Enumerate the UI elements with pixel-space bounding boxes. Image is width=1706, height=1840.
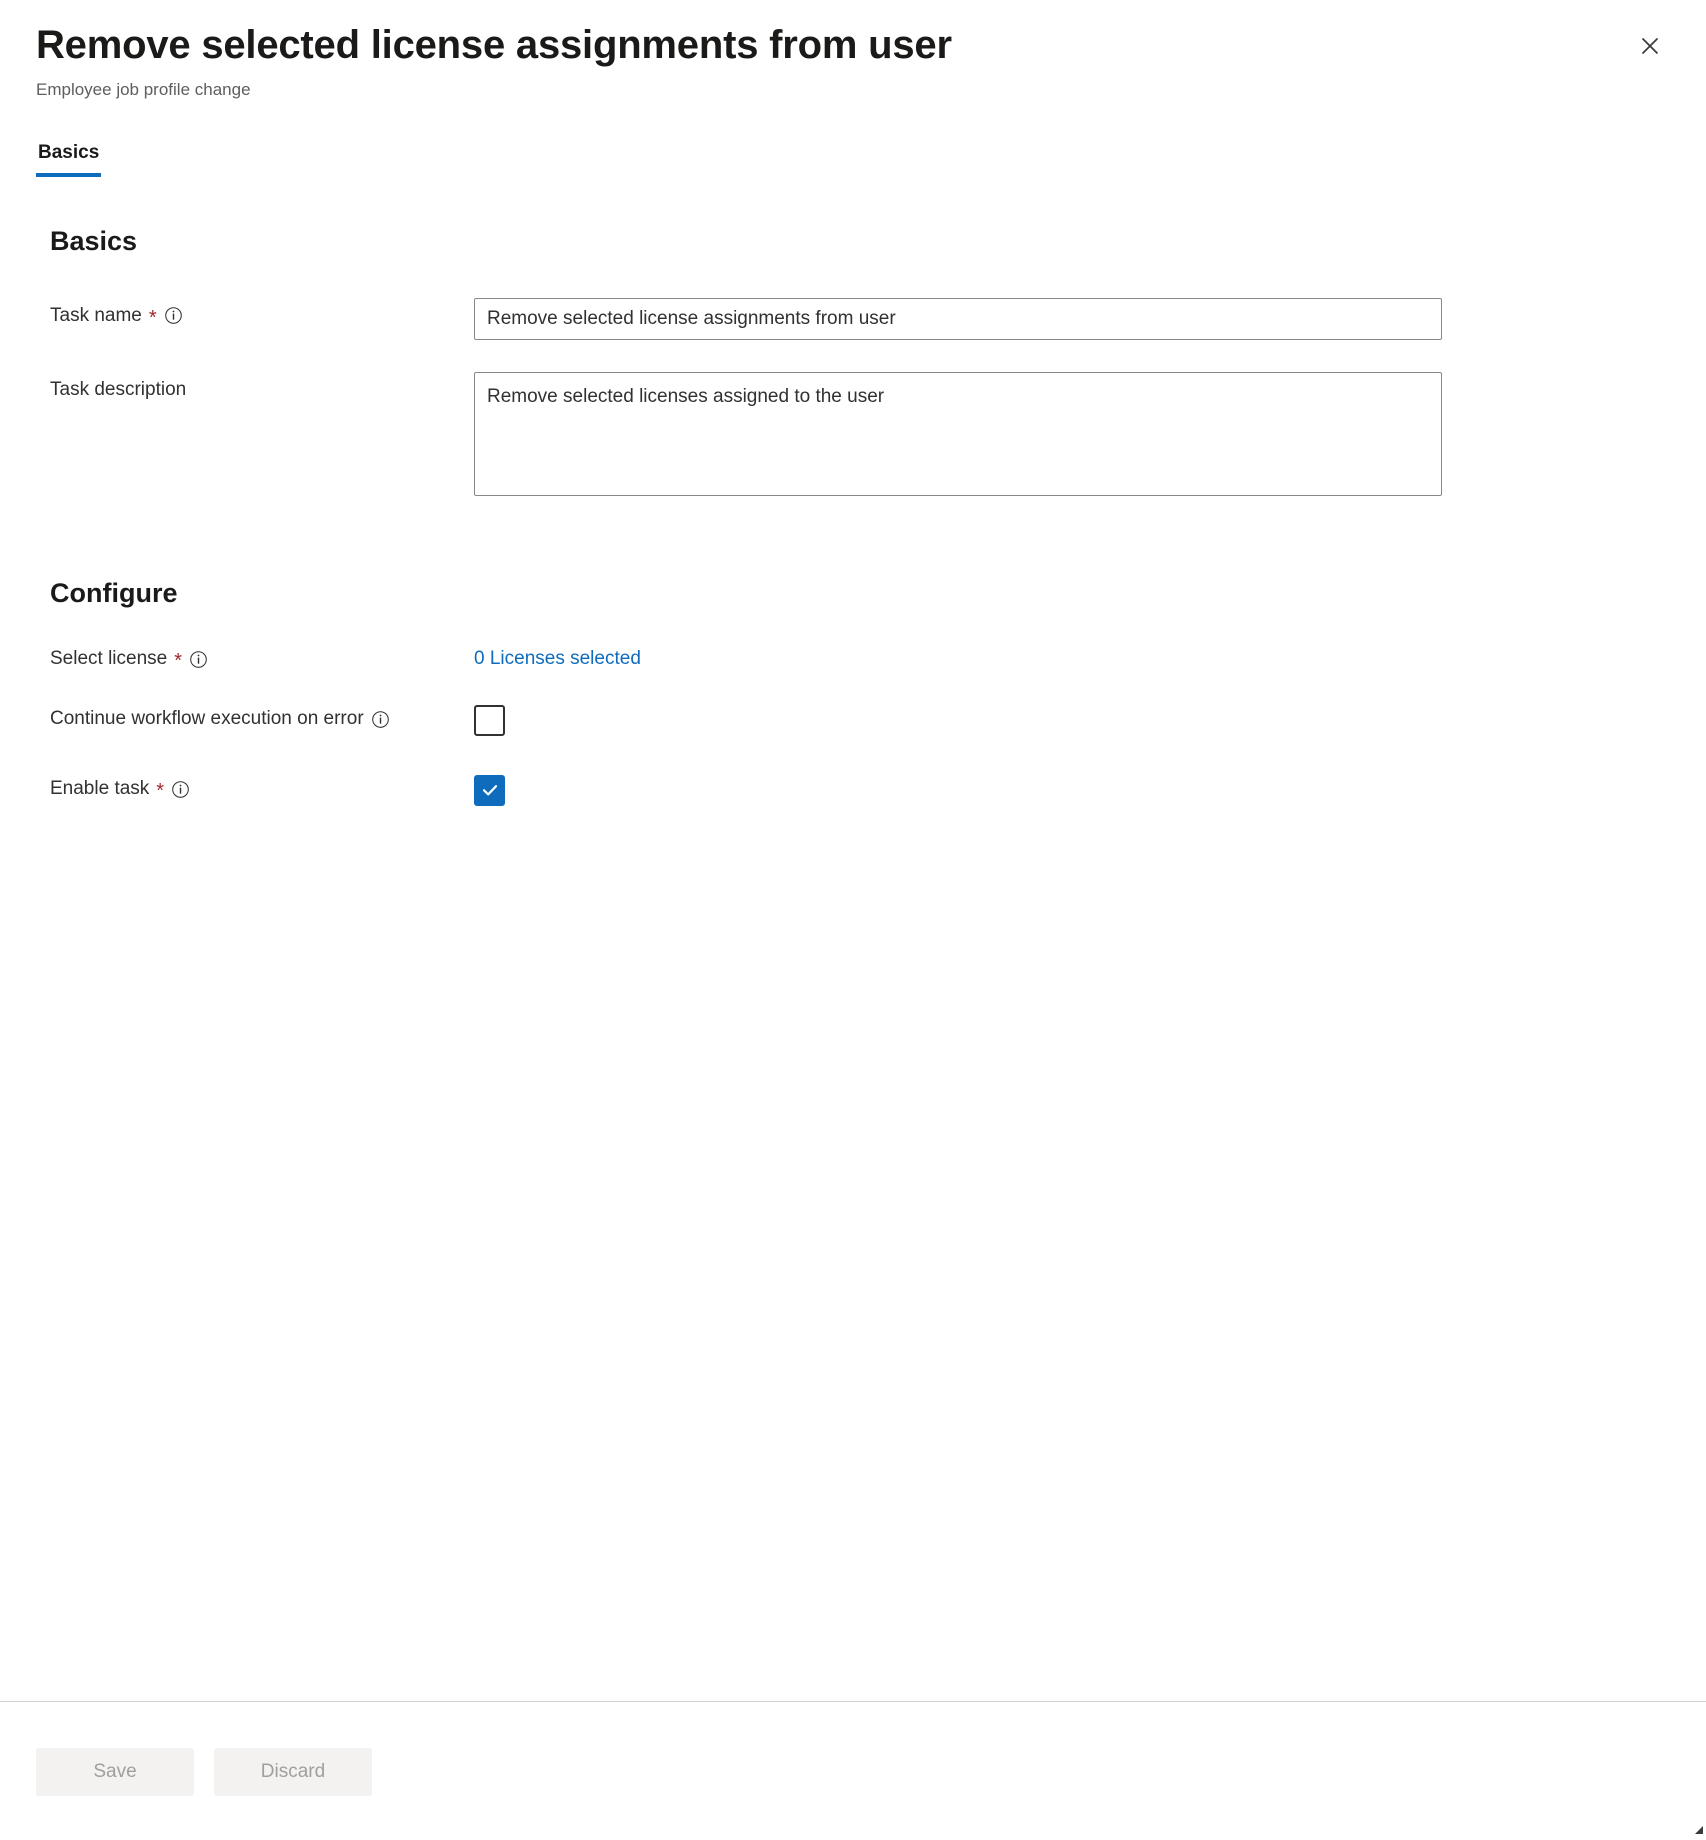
title-block: Remove selected license assignments from… xyxy=(36,22,952,100)
info-icon[interactable] xyxy=(371,710,390,729)
form-row-task-name: Task name * xyxy=(36,297,1670,340)
task-name-control xyxy=(474,297,1670,340)
page-subtitle: Employee job profile change xyxy=(36,80,251,99)
form-row-enable-task: Enable task * xyxy=(36,773,1670,806)
enable-task-control xyxy=(474,773,1670,806)
enable-task-label-group: Enable task * xyxy=(36,773,474,801)
required-asterisk: * xyxy=(148,306,157,329)
continue-on-error-label: Continue workflow execution on error xyxy=(50,707,364,729)
info-icon[interactable] xyxy=(189,650,208,669)
info-icon[interactable] xyxy=(171,780,190,799)
blade-body: Basics Task name * Task description Conf xyxy=(0,225,1706,806)
task-description-label: Task description xyxy=(50,378,187,400)
task-name-label: Task name xyxy=(50,304,142,326)
task-name-input[interactable] xyxy=(474,297,1442,340)
title-row: Remove selected license assignments from… xyxy=(0,22,1706,100)
info-icon[interactable] xyxy=(164,306,183,325)
form-row-continue-on-error: Continue workflow execution on error xyxy=(36,703,1670,741)
blade-header: Remove selected license assignments from… xyxy=(0,0,1706,177)
save-button[interactable]: Save xyxy=(36,1748,194,1796)
select-license-label: Select license xyxy=(50,647,168,669)
section-heading-configure: Configure xyxy=(50,577,178,608)
tab-strip: Basics xyxy=(0,142,1706,177)
continue-on-error-label-group: Continue workflow execution on error xyxy=(36,703,474,731)
close-icon xyxy=(1638,34,1662,58)
task-name-label-group: Task name * xyxy=(36,298,474,328)
required-asterisk: * xyxy=(156,780,165,803)
required-asterisk: * xyxy=(174,650,183,673)
form-row-select-license: Select license * 0 Licenses selected xyxy=(36,641,1670,671)
form-row-task-description: Task description xyxy=(36,371,1670,501)
close-button[interactable] xyxy=(1628,24,1672,68)
enable-task-checkbox[interactable] xyxy=(474,774,505,806)
task-description-textarea[interactable] xyxy=(474,371,1442,496)
section-heading-basics: Basics xyxy=(50,226,138,257)
task-description-label-group: Task description xyxy=(36,372,474,402)
select-license-label-group: Select license * xyxy=(36,641,474,671)
continue-on-error-checkbox[interactable] xyxy=(474,704,505,736)
resize-grip[interactable] xyxy=(1694,1822,1704,1834)
discard-button[interactable]: Discard xyxy=(214,1748,372,1796)
blade-footer: Save Discard xyxy=(0,1701,1706,1834)
footer-actions: Save Discard xyxy=(0,1702,1706,1796)
enable-task-label: Enable task xyxy=(50,777,150,799)
page-title: Remove selected license assignments from… xyxy=(36,23,952,67)
continue-on-error-control xyxy=(474,703,1670,741)
licenses-selected-link[interactable]: 0 Licenses selected xyxy=(474,641,641,671)
tab-basics[interactable]: Basics xyxy=(36,142,102,177)
select-license-control: 0 Licenses selected xyxy=(474,641,1670,671)
task-description-control xyxy=(474,371,1670,501)
